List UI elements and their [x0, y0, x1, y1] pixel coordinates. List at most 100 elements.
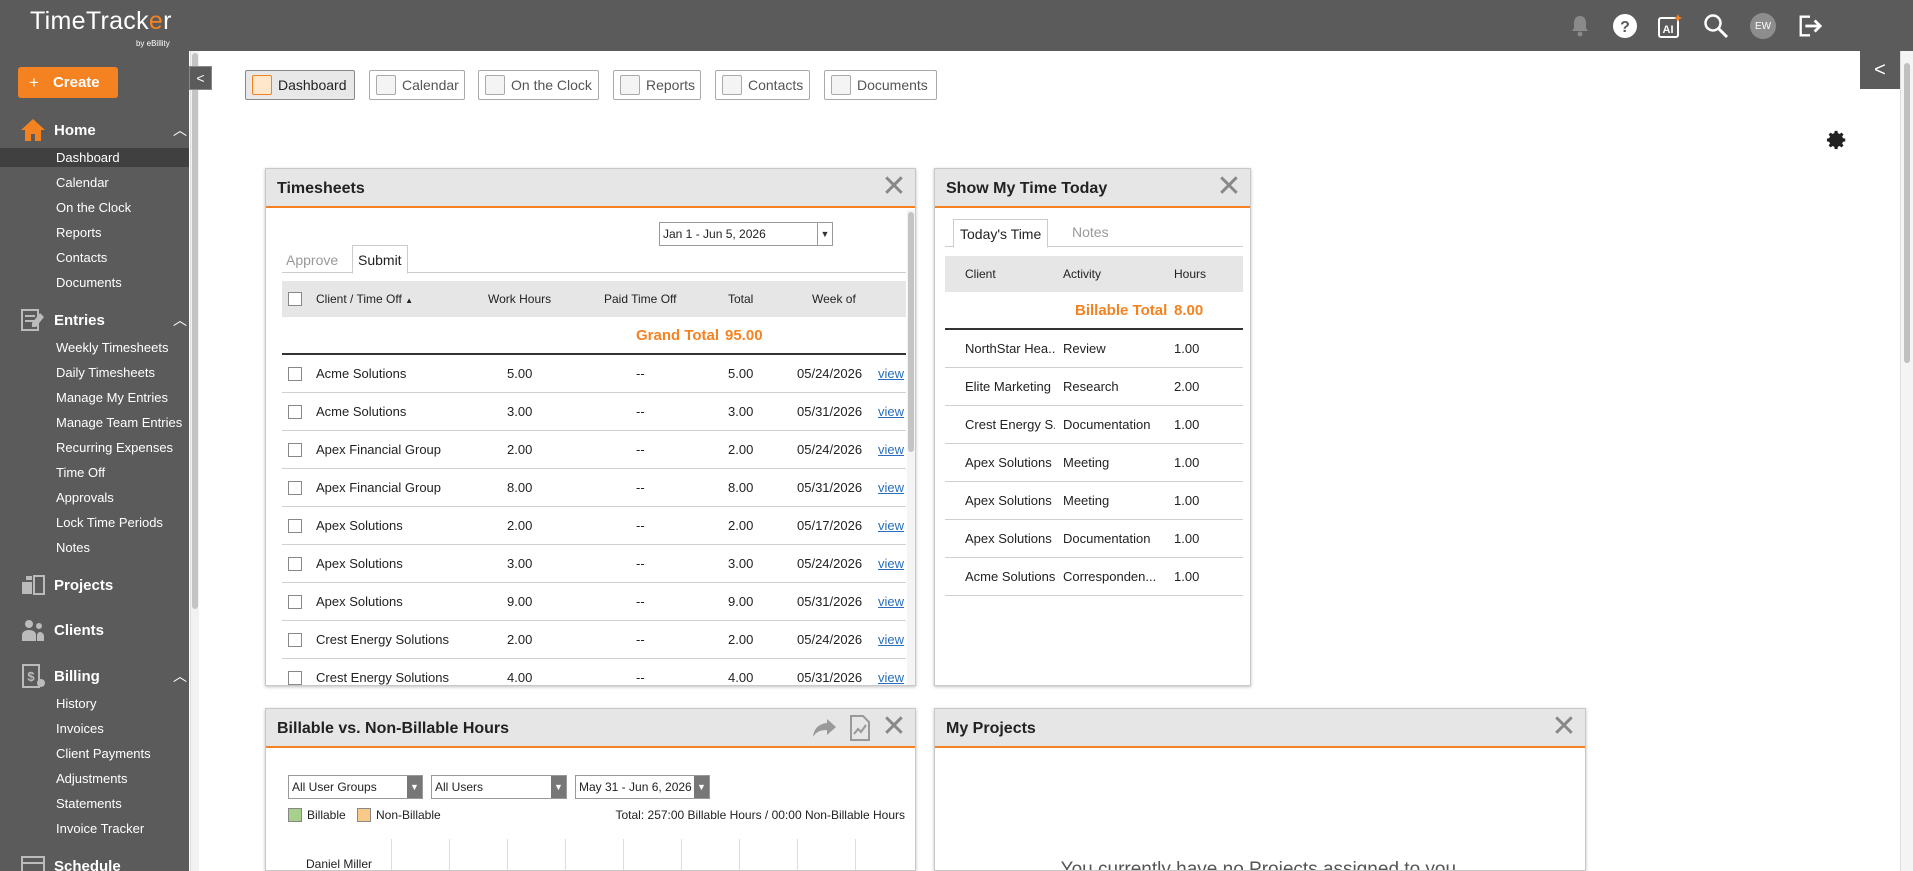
page-scrollbar[interactable] — [1900, 51, 1913, 871]
view-link[interactable]: view — [878, 404, 904, 419]
sidebar-section-billing[interactable]: $ Billing ︿ — [0, 661, 189, 691]
sidebar-item-history[interactable]: History — [0, 694, 189, 713]
collapse-sidebar-button[interactable]: < — [189, 66, 212, 90]
sidebar-item-contacts[interactable]: Contacts — [0, 248, 189, 267]
chevron-up-icon[interactable]: ︿ — [173, 666, 187, 686]
col-client[interactable]: Client / Time Off ▲ — [316, 292, 413, 306]
tab-documents[interactable]: Documents — [824, 70, 937, 100]
tab-reports[interactable]: Reports — [613, 70, 701, 100]
sidebar-item-notes[interactable]: Notes — [0, 538, 189, 557]
billable-total-label: Billable Total — [1075, 302, 1168, 319]
search-icon[interactable] — [1703, 13, 1729, 39]
sidebar-item-on-the-clock[interactable]: On the Clock — [0, 198, 189, 217]
row-checkbox[interactable] — [288, 519, 302, 533]
sidebar-section-entries[interactable]: Entries ︿ — [0, 305, 189, 335]
sidebar-item-statements[interactable]: Statements — [0, 794, 189, 813]
subtab-todays-time[interactable]: Today's Time — [953, 219, 1049, 248]
sidebar-section-home[interactable]: Home ︿ — [0, 115, 189, 145]
sidebar-item-adjustments[interactable]: Adjustments — [0, 769, 189, 788]
close-icon[interactable]: ✕ — [881, 172, 907, 202]
settings-gear-icon[interactable] — [1826, 129, 1848, 151]
timesheets-widget: Timesheets ✕ Jan 1 - Jun 5, 2026 ▼ Appro… — [265, 168, 916, 686]
col-total[interactable]: Total — [728, 292, 753, 306]
sidebar-item-weekly-timesheets[interactable]: Weekly Timesheets — [0, 338, 189, 357]
sidebar-item-dashboard[interactable]: Dashboard — [0, 148, 189, 167]
sidebar-item-daily-timesheets[interactable]: Daily Timesheets — [0, 363, 189, 382]
view-link[interactable]: view — [878, 556, 904, 571]
create-button[interactable]: + Create — [18, 67, 118, 98]
today-subtabs: Today's Time Notes — [945, 219, 1243, 248]
sidebar-item-reports[interactable]: Reports — [0, 223, 189, 242]
sidebar-item-documents[interactable]: Documents — [0, 273, 189, 292]
chevron-up-icon[interactable]: ︿ — [173, 310, 187, 330]
tab-contacts[interactable]: Contacts — [715, 70, 810, 100]
client-cell: Crest Energy Solutions — [316, 632, 449, 647]
close-icon[interactable]: ✕ — [1216, 172, 1242, 202]
sidebar-item-invoice-tracker[interactable]: Invoice Tracker — [0, 819, 189, 838]
close-icon[interactable]: ✕ — [881, 712, 907, 742]
sidebar-item-calendar[interactable]: Calendar — [0, 173, 189, 192]
user-avatar[interactable]: EW — [1750, 13, 1776, 39]
work-hours-cell: 9.00 — [507, 594, 533, 609]
row-checkbox[interactable] — [288, 481, 302, 495]
sidebar-section-clients[interactable]: Clients — [0, 615, 189, 645]
view-link[interactable]: view — [878, 632, 904, 647]
sidebar-item-approvals[interactable]: Approvals — [0, 488, 189, 507]
date-range-select[interactable]: Jan 1 - Jun 5, 2026 ▼ — [659, 222, 833, 246]
view-link[interactable]: view — [878, 480, 904, 495]
col-paid-time-off[interactable]: Paid Time Off — [604, 292, 676, 306]
col-hours[interactable]: Hours — [1174, 267, 1206, 281]
view-link[interactable]: view — [878, 670, 904, 685]
sidebar-item-manage-my-entries[interactable]: Manage My Entries — [0, 388, 189, 407]
sidebar-item-invoices[interactable]: Invoices — [0, 719, 189, 738]
row-checkbox[interactable] — [288, 633, 302, 647]
subtab-notes[interactable]: Notes — [1072, 224, 1109, 240]
col-client[interactable]: Client — [965, 267, 996, 281]
view-link[interactable]: view — [878, 442, 904, 457]
row-checkbox[interactable] — [288, 557, 302, 571]
sidebar-section-schedule[interactable]: Schedule — [0, 851, 189, 871]
view-link[interactable]: view — [878, 594, 904, 609]
tab-dashboard[interactable]: Dashboard — [245, 70, 355, 100]
logout-icon[interactable] — [1797, 13, 1823, 39]
ai-assistant-icon[interactable]: AI — [1657, 13, 1683, 39]
sidebar-item-client-payments[interactable]: Client Payments — [0, 744, 189, 763]
tab-on-the-clock[interactable]: On the Clock — [478, 70, 599, 100]
chart-date-select[interactable]: May 31 - Jun 6, 2026 ▼ — [575, 775, 710, 799]
sidebar-item-manage-team-entries[interactable]: Manage Team Entries — [0, 413, 189, 432]
open-right-panel-button[interactable]: < — [1860, 51, 1900, 89]
col-work-hours[interactable]: Work Hours — [488, 292, 551, 306]
sidebar-item-lock-time-periods[interactable]: Lock Time Periods — [0, 513, 189, 532]
tab-calendar[interactable]: Calendar — [369, 70, 465, 100]
notifications-bell-icon[interactable] — [1567, 13, 1593, 39]
sidebar-item-time-off[interactable]: Time Off — [0, 463, 189, 482]
user-group-select[interactable]: All User Groups ▼ — [288, 775, 423, 799]
paid-time-off-cell: -- — [636, 632, 645, 647]
subtab-submit[interactable]: Submit — [352, 245, 408, 274]
legend-billable-swatch — [288, 808, 302, 822]
sidebar-section-projects[interactable]: Projects — [0, 570, 189, 600]
sidebar-scrollbar[interactable] — [190, 51, 199, 871]
user-select[interactable]: All Users ▼ — [431, 775, 567, 799]
client-cell: Apex Financial Group — [316, 442, 442, 457]
help-icon[interactable]: ? — [1612, 13, 1638, 39]
timesheet-scrollbar[interactable] — [907, 210, 915, 685]
row-checkbox[interactable] — [288, 405, 302, 419]
paid-time-off-cell: -- — [636, 480, 645, 495]
row-checkbox[interactable] — [288, 595, 302, 609]
view-link[interactable]: view — [878, 366, 904, 381]
col-week-of[interactable]: Week of — [812, 292, 856, 306]
row-checkbox[interactable] — [288, 367, 302, 381]
col-activity[interactable]: Activity — [1063, 267, 1101, 281]
select-all-checkbox[interactable] — [288, 292, 302, 306]
sidebar-item-recurring-expenses[interactable]: Recurring Expenses — [0, 438, 189, 457]
view-link[interactable]: view — [878, 518, 904, 533]
app-logo[interactable]: TimeTracker by eBillity — [30, 7, 172, 48]
share-icon[interactable] — [812, 716, 838, 743]
chevron-up-icon[interactable]: ︿ — [173, 120, 187, 140]
export-report-icon[interactable] — [849, 715, 871, 744]
close-icon[interactable]: ✕ — [1551, 712, 1577, 742]
row-checkbox[interactable] — [288, 671, 302, 685]
row-checkbox[interactable] — [288, 443, 302, 457]
subtab-approve[interactable]: Approve — [286, 252, 338, 268]
